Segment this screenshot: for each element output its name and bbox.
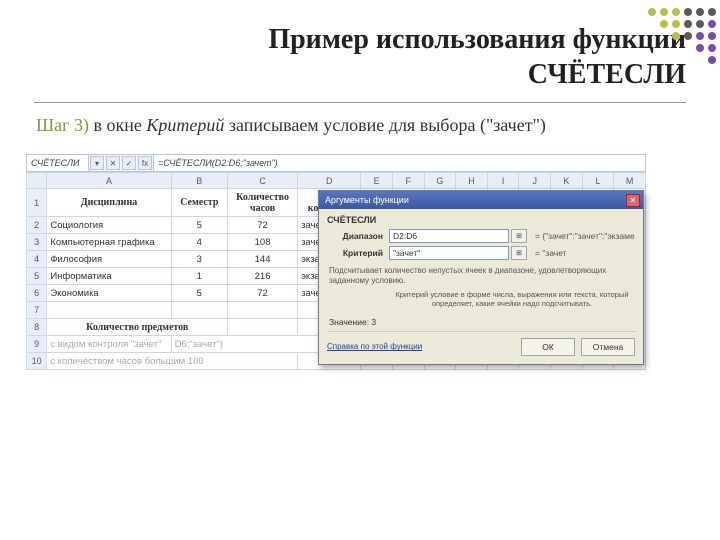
- dialog-function-name: СЧЁТЕСЛИ: [327, 215, 635, 225]
- range-input[interactable]: D2:D6: [389, 229, 509, 243]
- col-M[interactable]: M: [614, 173, 646, 189]
- excel-screenshot: СЧЁТЕСЛИ ▾ ✕ ✓ fx =СЧЁТЕСЛИ(D2:D6;"зачет…: [26, 154, 646, 370]
- slide-title: Пример использования функции СЧЁТЕСЛИ: [34, 22, 686, 103]
- range-ref-icon[interactable]: ⊞: [511, 229, 527, 243]
- formula-bar: СЧЁТЕСЛИ ▾ ✕ ✓ fx =СЧЁТЕСЛИ(D2:D6;"зачет…: [26, 154, 646, 172]
- dialog-description: Подсчитывает количество непустых ячеек в…: [329, 266, 633, 286]
- namebox-dropdown-icon[interactable]: ▾: [90, 156, 104, 170]
- col-D[interactable]: D: [298, 173, 361, 189]
- accept-formula-icon[interactable]: ✓: [122, 156, 136, 170]
- range-label: Диапазон: [327, 231, 389, 241]
- title-line-1: Пример использования функции: [268, 24, 686, 55]
- formula-input[interactable]: =СЧЁТЕСЛИ(D2:D6;"зачет"): [153, 155, 645, 171]
- col-F[interactable]: F: [392, 173, 424, 189]
- dialog-title: Аргументы функции: [325, 195, 409, 205]
- col-L[interactable]: L: [582, 173, 614, 189]
- dialog-sub-description: Критерий условие в форме числа, выражени…: [391, 290, 633, 309]
- criteria-eval: = "зачет: [535, 248, 635, 258]
- dialog-result: Значение: 3: [329, 317, 633, 327]
- col-E[interactable]: E: [361, 173, 393, 189]
- step-italic: Критерий: [146, 115, 224, 135]
- cancel-formula-icon[interactable]: ✕: [106, 156, 120, 170]
- step-prefix: Шаг 3): [36, 115, 89, 135]
- corner-decoration: [642, 4, 716, 78]
- function-arguments-dialog: Аргументы функции ✕ СЧЁТЕСЛИ Диапазон D2…: [318, 190, 644, 365]
- dialog-title-bar[interactable]: Аргументы функции ✕: [319, 191, 643, 209]
- help-link[interactable]: Справка по этой функции: [327, 342, 422, 351]
- fx-icon[interactable]: fx: [138, 156, 152, 170]
- col-K[interactable]: K: [551, 173, 583, 189]
- col-A[interactable]: A: [47, 173, 171, 189]
- ok-button[interactable]: ОК: [521, 338, 575, 356]
- name-box[interactable]: СЧЁТЕСЛИ: [27, 155, 89, 171]
- criteria-label: Критерий: [327, 248, 389, 258]
- cancel-button[interactable]: Отмена: [581, 338, 635, 356]
- range-eval: = {"зачет":"зачет":"экзамен":"экзам...: [535, 231, 635, 241]
- column-headers: A B C D E F G H I J K L M: [27, 173, 646, 189]
- col-H[interactable]: H: [456, 173, 488, 189]
- close-icon[interactable]: ✕: [626, 194, 640, 207]
- criteria-ref-icon[interactable]: ⊞: [511, 246, 527, 260]
- col-G[interactable]: G: [424, 173, 456, 189]
- criteria-input[interactable]: "зачет": [389, 246, 509, 260]
- col-B[interactable]: B: [171, 173, 227, 189]
- col-J[interactable]: J: [519, 173, 551, 189]
- step-text: Шаг 3) в окне Критерий записываем услови…: [36, 115, 686, 136]
- col-C[interactable]: C: [228, 173, 298, 189]
- col-I[interactable]: I: [487, 173, 519, 189]
